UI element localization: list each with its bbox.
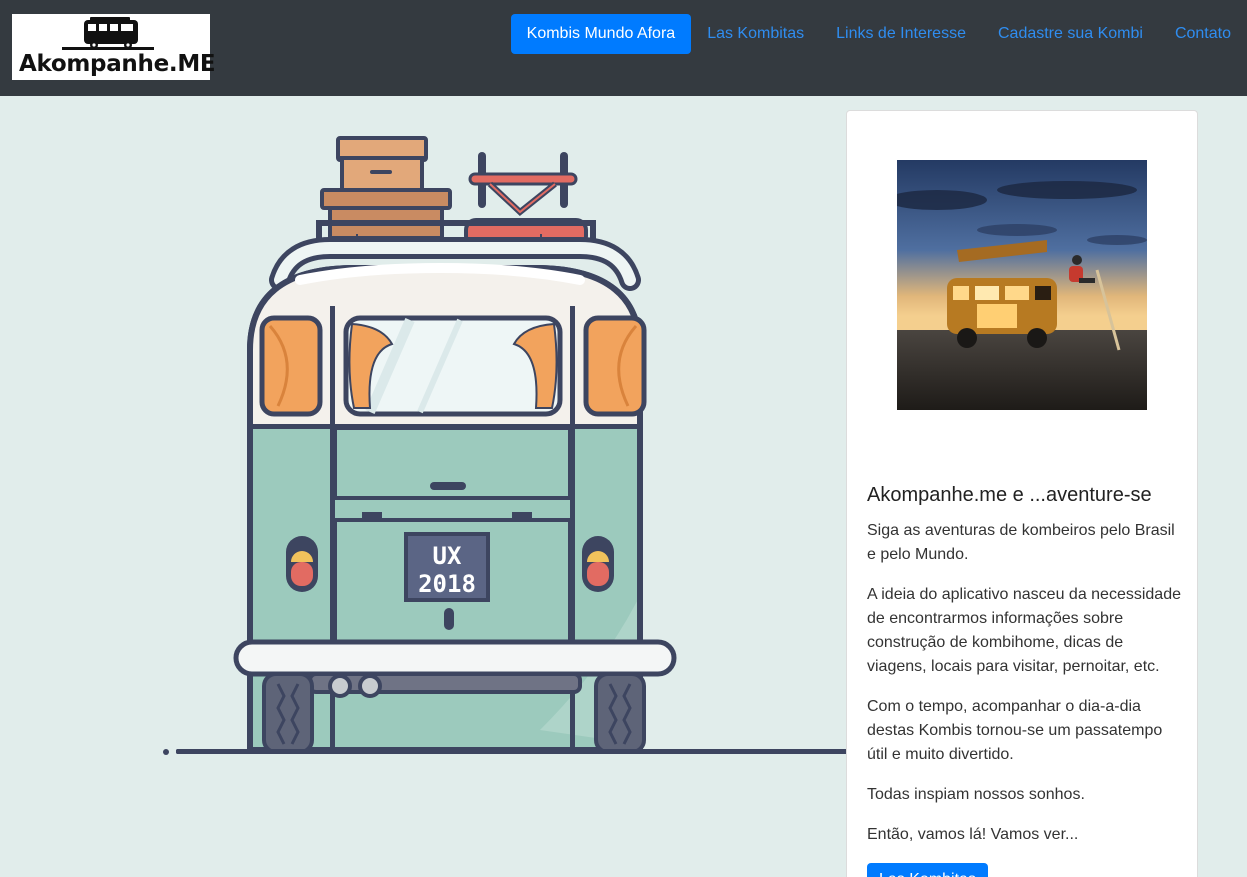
left-tail-light xyxy=(286,536,318,592)
nav-item-las-kombitas[interactable]: Las Kombitas xyxy=(691,14,820,54)
card-paragraph-3: Com o tempo, acompanhar o dia-a-dia dest… xyxy=(867,698,1163,763)
kombi-van-illustration: UX 2018 xyxy=(163,136,850,755)
nav-item-kombis-mundo-afora[interactable]: Kombis Mundo Afora xyxy=(510,14,692,54)
right-wheel xyxy=(594,672,646,754)
nav-item-contato[interactable]: Contato xyxy=(1159,14,1247,54)
intro-card: Akompanhe.me e ...aventure-se Siga as av… xyxy=(846,110,1198,877)
card-paragraph-1: Siga as aventuras de kombeiros pelo Bras… xyxy=(867,522,1175,563)
main-nav: Kombis Mundo Afora Las Kombitas Links de… xyxy=(510,14,1247,54)
left-wheel xyxy=(262,672,314,754)
brand-logo[interactable]: Akompanhe.ME xyxy=(12,14,216,80)
card-paragraph-4: Todas inspiam nossos sonhos. xyxy=(867,786,1085,803)
card-paragraph-5: Então, vamos lá! Vamos ver... xyxy=(867,826,1079,843)
plate-line-1: UX xyxy=(433,542,462,570)
card-paragraph-2: A ideia do aplicativo nasceu da necessid… xyxy=(867,586,1181,675)
right-tail-light xyxy=(582,536,614,592)
las-kombitas-button[interactable]: Las Kombitas xyxy=(867,863,988,877)
top-navbar: Akompanhe.ME Kombis Mundo Afora Las Komb… xyxy=(0,0,1247,96)
nav-item-links-de-interesse[interactable]: Links de Interesse xyxy=(820,14,982,54)
nav-item-cadastre-sua-kombi[interactable]: Cadastre sua Kombi xyxy=(982,14,1159,54)
card-title: Akompanhe.me e ...aventure-se xyxy=(867,484,1152,506)
brand-text: Akompanhe.ME xyxy=(19,51,216,77)
hero-illustration: UX 2018 xyxy=(160,130,850,760)
card-body: Akompanhe.me e ...aventure-se Siga as av… xyxy=(867,483,1183,877)
kombi-sunset-photo xyxy=(897,160,1147,410)
plate-line-2: 2018 xyxy=(418,570,476,598)
